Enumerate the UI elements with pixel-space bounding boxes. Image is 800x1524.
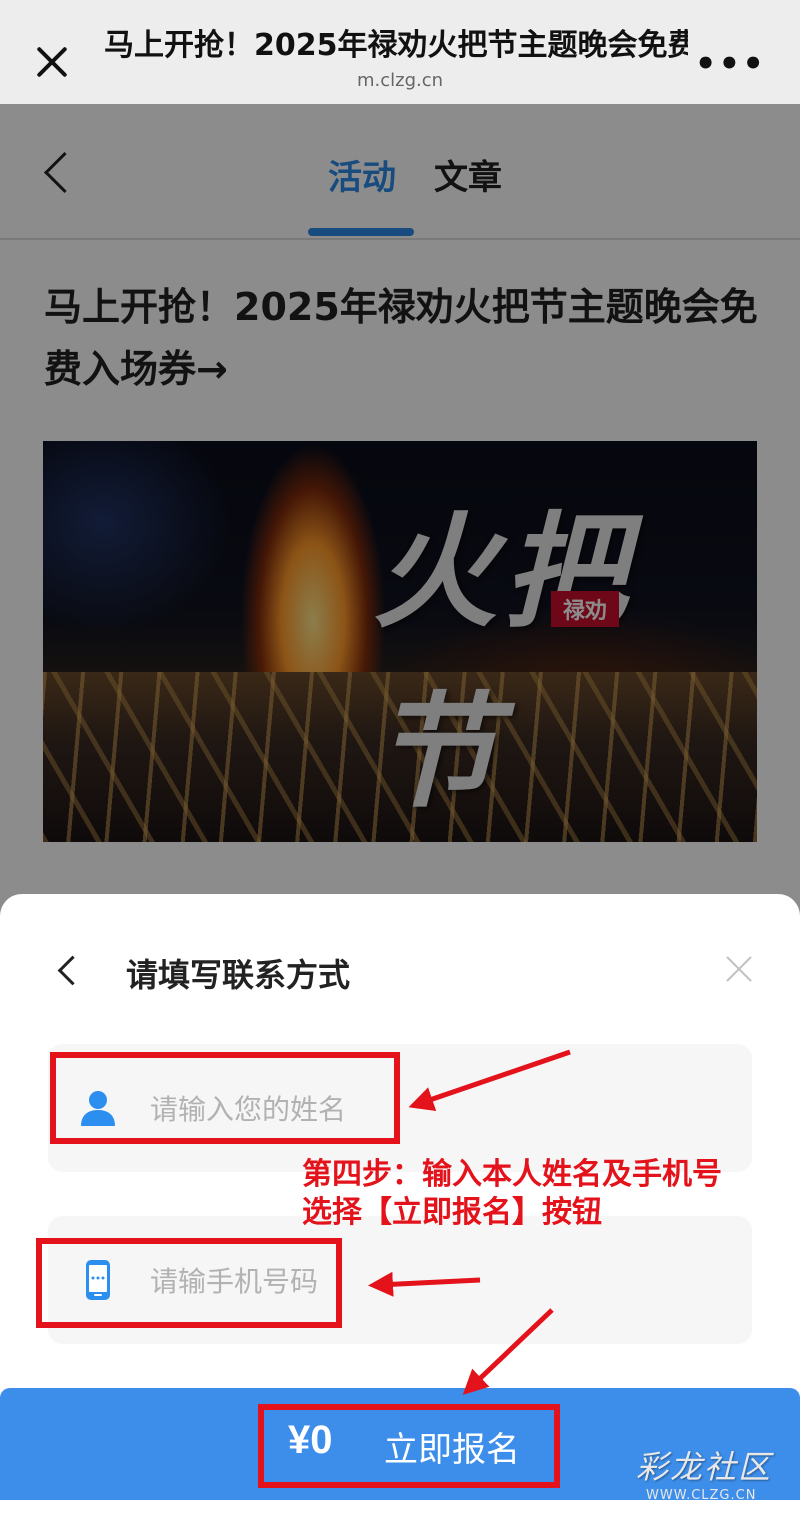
browser-url: m.clzg.cn [356,70,444,91]
sheet-title: 请填写联系方式 [126,956,351,994]
annotation-box-name [50,1052,400,1144]
annotation-box-submit [258,1404,560,1488]
browser-top-bar: 马上开抢！2025年禄劝火把节主题晚会免费入场券→ m.clzg.cn ••• [0,0,800,104]
annotation-instruction: 第四步：输入本人姓名及手机号 选择【立即报名】按钮 [302,1157,722,1230]
browser-page-title: 马上开抢！2025年禄劝火把节主题晚会免费入场券→ [104,28,688,63]
annotation-box-phone [36,1238,342,1328]
sheet-back-icon[interactable] [57,955,88,986]
sheet-close-icon[interactable] [724,954,754,984]
watermark-logo: 彩龙社区 [636,1448,773,1486]
watermark-url: WWW.CLZG.CN [646,1488,757,1503]
more-options-icon[interactable]: ••• [695,44,766,84]
